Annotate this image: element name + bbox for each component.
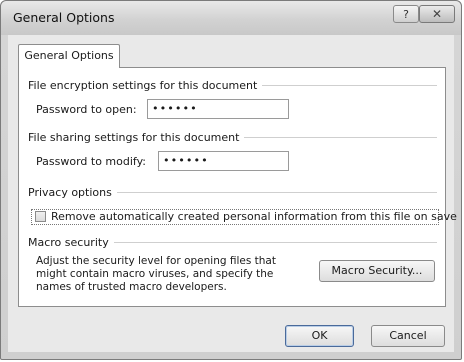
macro-heading: Macro security (28, 235, 109, 249)
password-open-label: Password to open: (36, 103, 137, 116)
encryption-group-header: File encryption settings for this docume… (28, 78, 437, 92)
macro-group-header: Macro security (28, 235, 437, 249)
cancel-button[interactable]: Cancel (371, 325, 445, 347)
tab-general-options[interactable]: General Options (18, 44, 120, 68)
divider (262, 84, 437, 86)
macro-description: Adjust the security level for opening fi… (36, 255, 276, 293)
divider (113, 241, 437, 243)
close-icon: ✕ (431, 7, 443, 21)
title-bar: General Options ? ✕ (1, 1, 461, 35)
general-options-dialog: General Options ? ✕ General Options File… (0, 0, 462, 360)
password-modify-input[interactable]: •••••• (158, 151, 289, 171)
privacy-group-header: Privacy options (28, 185, 437, 199)
remove-personal-info-option[interactable]: Remove automatically created personal in… (31, 209, 457, 225)
dialog-title: General Options (13, 10, 115, 25)
help-icon: ? (403, 8, 409, 21)
sharing-group-header: File sharing settings for this document (28, 130, 437, 144)
help-button[interactable]: ? (393, 5, 419, 23)
dialog-body: General Options File encryption settings… (8, 35, 457, 352)
password-open-input[interactable]: •••••• (147, 99, 289, 119)
remove-personal-info-checkbox[interactable] (35, 211, 46, 222)
macro-security-button[interactable]: Macro Security... (319, 260, 435, 282)
encryption-heading: File encryption settings for this docume… (28, 78, 258, 92)
close-button[interactable]: ✕ (419, 5, 455, 23)
privacy-heading: Privacy options (28, 185, 112, 199)
remove-personal-info-label: Remove automatically created personal in… (51, 210, 457, 223)
divider (244, 136, 437, 138)
password-modify-label: Password to modify: (36, 155, 146, 168)
divider (116, 191, 437, 193)
tab-panel: File encryption settings for this docume… (18, 67, 457, 307)
ok-button[interactable]: OK (285, 325, 354, 347)
sharing-heading: File sharing settings for this document (28, 130, 240, 144)
